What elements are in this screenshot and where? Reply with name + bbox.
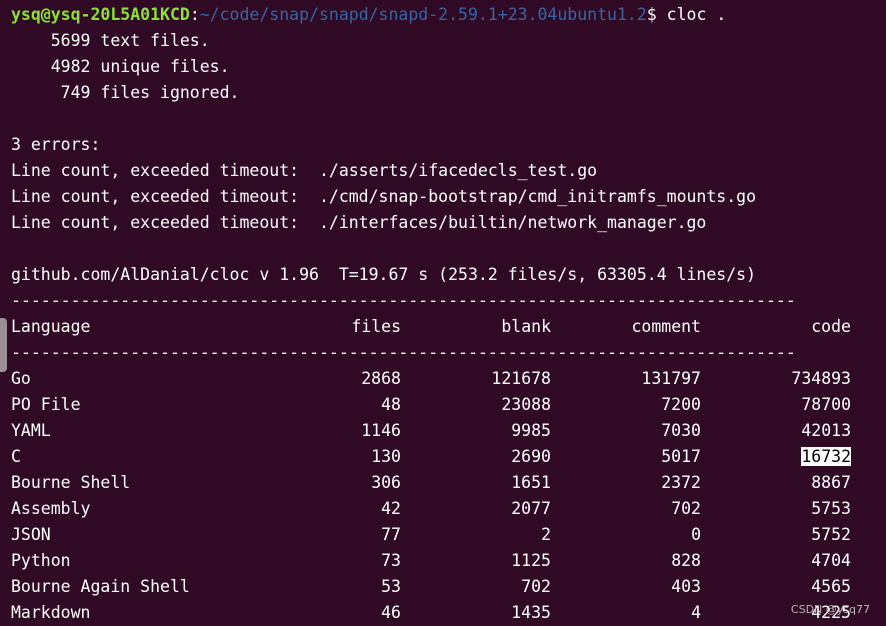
- cell-files: 46: [381, 603, 401, 622]
- table-row: JSON 77 2 0 5752: [11, 522, 851, 548]
- cell-language: Python: [11, 551, 71, 570]
- cell-language: Go: [11, 369, 31, 388]
- header-language: Language: [11, 317, 91, 336]
- cell-comment: 403: [671, 577, 701, 596]
- cell-comment: 828: [671, 551, 701, 570]
- cell-comment: 4: [691, 603, 701, 622]
- cell-blank: 2: [541, 525, 551, 544]
- cell-code: 78700: [801, 395, 851, 414]
- table-row: Markdown 46 1435 4 4225: [11, 600, 851, 626]
- header-comment: comment: [631, 317, 701, 336]
- terminal-output: ysq@ysq-20L5A01KCD:~/code/snap/snapd/sna…: [11, 2, 886, 626]
- table-row: C 130 2690 5017 16732: [11, 444, 851, 470]
- cell-comment: 7200: [661, 395, 701, 414]
- cell-comment: 131797: [641, 369, 701, 388]
- header-code: code: [811, 317, 851, 336]
- watermark: CSDN @ysq77: [790, 603, 870, 616]
- cell-code: 8867: [811, 473, 851, 492]
- prompt-colon: :: [189, 5, 200, 24]
- prompt-command: cloc .: [656, 5, 727, 24]
- cell-language: Assembly: [11, 499, 91, 518]
- prompt-line: ysq@ysq-20L5A01KCD:~/code/snap/snapd/sna…: [11, 2, 886, 28]
- table-row: Go 2868 121678 131797 734893: [11, 366, 851, 392]
- table-row: Bourne Shell 306 1651 2372 8867: [11, 470, 851, 496]
- table-row: Python 73 1125 828 4704: [11, 548, 851, 574]
- cell-code-selected[interactable]: 16732: [701, 444, 851, 470]
- cell-language: C: [11, 447, 21, 466]
- cell-language: Bourne Again Shell: [11, 577, 190, 596]
- cell-files: 42: [381, 499, 401, 518]
- cell-blank: 121678: [491, 369, 551, 388]
- cell-code: 734893: [791, 369, 851, 388]
- cell-files: 1146: [361, 421, 401, 440]
- cell-language: YAML: [11, 421, 51, 440]
- cell-blank: 1125: [511, 551, 551, 570]
- text-selection[interactable]: 16732: [801, 447, 851, 466]
- summary-files-ignored: 749 files ignored.: [11, 83, 240, 102]
- prompt-symbol: $: [646, 5, 657, 24]
- cell-language: Markdown: [11, 603, 91, 622]
- cell-blank: 702: [521, 577, 551, 596]
- table-row: YAML 1146 9985 7030 42013: [11, 418, 851, 444]
- table-row: PO File 48 23088 7200 78700: [11, 392, 851, 418]
- cell-code: 4565: [811, 577, 851, 596]
- cell-files: 77: [381, 525, 401, 544]
- cell-comment: 702: [671, 499, 701, 518]
- table-row: Assembly 42 2077 702 5753: [11, 496, 851, 522]
- terminal-window[interactable]: ysq@ysq-20L5A01KCD:~/code/snap/snapd/sna…: [0, 0, 886, 626]
- header-blank: blank: [501, 317, 551, 336]
- prompt-user-host: ysq@ysq-20L5A01KCD: [11, 5, 190, 24]
- cell-comment: 0: [691, 525, 701, 544]
- cell-blank: 2690: [511, 447, 551, 466]
- cell-language: Bourne Shell: [11, 473, 131, 492]
- cell-comment: 5017: [661, 447, 701, 466]
- error-line: Line count, exceeded timeout: ./asserts/…: [11, 161, 598, 180]
- error-line: Line count, exceeded timeout: ./interfac…: [11, 213, 707, 232]
- cell-files: 48: [381, 395, 401, 414]
- cell-files: 53: [381, 577, 401, 596]
- cell-language: PO File: [11, 395, 81, 414]
- cell-blank: 9985: [511, 421, 551, 440]
- cell-code: 4704: [811, 551, 851, 570]
- cell-code: 42013: [801, 421, 851, 440]
- cell-blank: 23088: [501, 395, 551, 414]
- header-files: files: [351, 317, 401, 336]
- cell-blank: 1435: [511, 603, 551, 622]
- cloc-version-line: github.com/AlDanial/cloc v 1.96 T=19.67 …: [11, 265, 757, 284]
- summary-text-files: 5699 text files.: [11, 31, 210, 50]
- cell-files: 73: [381, 551, 401, 570]
- cell-code: 5753: [811, 499, 851, 518]
- table-separator: ----------------------------------------…: [11, 343, 796, 362]
- cell-comment: 7030: [661, 421, 701, 440]
- prompt-path: ~/code/snap/snapd/snapd-2.59.1+23.04ubun…: [199, 5, 647, 24]
- summary-unique-files: 4982 unique files.: [11, 57, 230, 76]
- cell-language: JSON: [11, 525, 51, 544]
- cell-blank: 1651: [511, 473, 551, 492]
- error-line: Line count, exceeded timeout: ./cmd/snap…: [11, 187, 757, 206]
- cell-files: 130: [371, 447, 401, 466]
- table-separator: ----------------------------------------…: [11, 291, 796, 310]
- table-header-row: Language files blank comment code: [11, 314, 851, 340]
- scrollbar-thumb[interactable]: [0, 318, 7, 372]
- errors-header: 3 errors:: [11, 135, 101, 154]
- cell-blank: 2077: [511, 499, 551, 518]
- cell-comment: 2372: [661, 473, 701, 492]
- table-row: Bourne Again Shell 53 702 403 4565: [11, 574, 851, 600]
- cell-files: 2868: [361, 369, 401, 388]
- cell-files: 306: [371, 473, 401, 492]
- cell-code: 5752: [811, 525, 851, 544]
